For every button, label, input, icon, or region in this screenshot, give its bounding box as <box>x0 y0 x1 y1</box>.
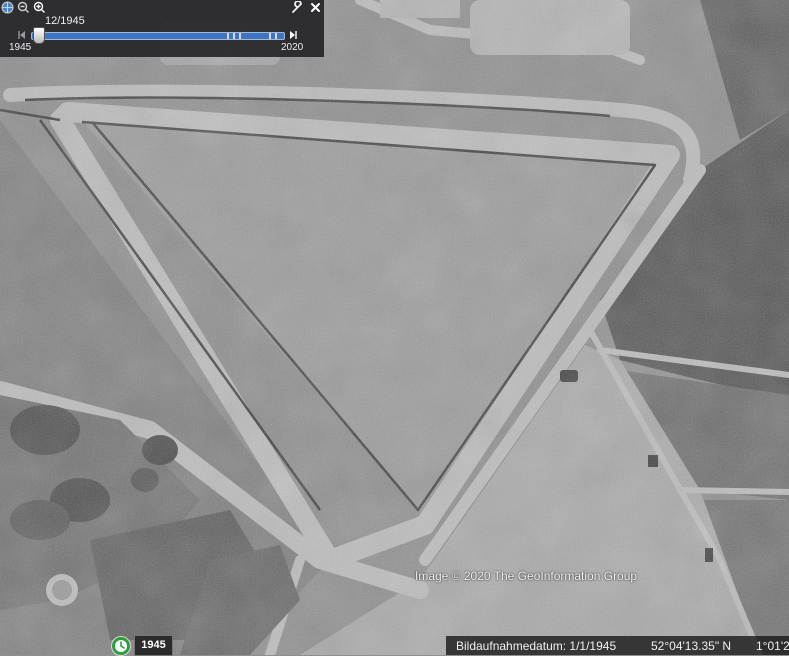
slider-tick <box>233 33 235 39</box>
imagery-year-badge: 1945 <box>134 635 173 656</box>
step-forward-icon[interactable] <box>288 30 298 40</box>
imagery-attribution: Image © 2020 The GeoInformation Group <box>415 569 638 583</box>
wrench-icon[interactable] <box>291 1 304 14</box>
time-slider-panel: 12/1945 1945 2020 <box>0 0 324 57</box>
zoom-in-icon[interactable] <box>33 1 46 14</box>
history-clock-icon[interactable] <box>111 636 131 656</box>
status-bar: Bildaufnahmedatum: 1/1/1945 52°04'13.35"… <box>446 636 789 655</box>
latitude-readout: 52°04'13.35" N <box>651 639 732 653</box>
slider-tick <box>275 33 277 39</box>
slider-tick <box>269 33 271 39</box>
step-back-icon[interactable] <box>17 30 27 40</box>
slider-tick <box>239 33 241 39</box>
time-slider-thumb[interactable] <box>33 27 45 44</box>
aerial-map[interactable] <box>0 0 789 655</box>
slider-tick <box>227 33 229 39</box>
longitude-readout: 1°01'2 <box>756 639 789 653</box>
slider-current-date: 12/1945 <box>45 15 85 27</box>
slider-end-year: 2020 <box>281 42 304 53</box>
globe-icon[interactable] <box>1 1 14 14</box>
time-slider-track[interactable] <box>31 32 285 40</box>
slider-start-year: 1945 <box>9 42 32 53</box>
imagery-date: Bildaufnahmedatum: 1/1/1945 <box>456 639 617 653</box>
zoom-out-icon[interactable] <box>17 1 30 14</box>
close-icon[interactable] <box>309 1 322 14</box>
